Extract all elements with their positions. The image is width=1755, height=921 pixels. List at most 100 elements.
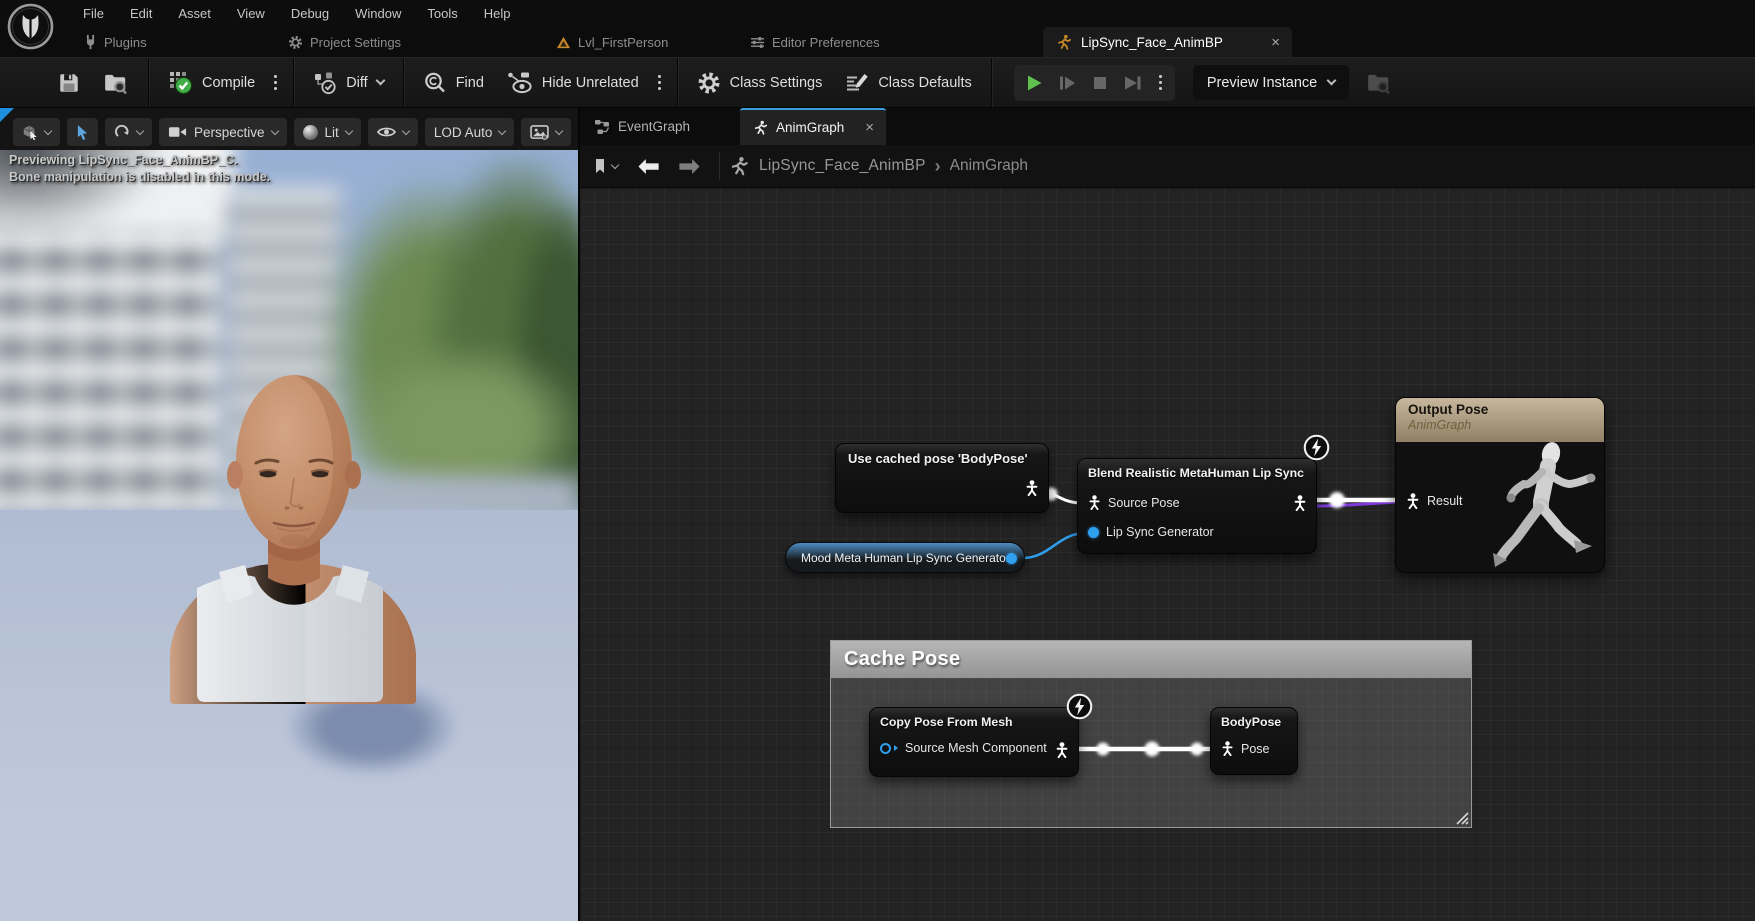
compile-options-kebab[interactable] bbox=[266, 75, 285, 90]
hide-unrelated-icon bbox=[506, 71, 533, 94]
nav-forward-button[interactable] bbox=[669, 158, 711, 175]
graph-editor-panel: EventGraph AnimGraph × LipSync_Face_Anim… bbox=[578, 108, 1755, 921]
lit-label: Lit bbox=[325, 125, 339, 140]
chevron-down-icon bbox=[402, 126, 410, 134]
node-title: Copy Pose From Mesh bbox=[870, 708, 1078, 732]
pose-input-pin[interactable]: Pose bbox=[1221, 741, 1270, 756]
simulation-options-kebab[interactable] bbox=[1151, 75, 1170, 90]
browse-asset-button[interactable] bbox=[92, 64, 140, 102]
source-pose-input-pin[interactable]: Source Pose bbox=[1088, 495, 1180, 510]
pose-output-pin[interactable] bbox=[1025, 480, 1039, 501]
comment-title: Cache Pose bbox=[844, 648, 960, 671]
chevron-down-icon bbox=[44, 126, 52, 134]
breadcrumb-runner-icon bbox=[728, 156, 749, 177]
arrow-right-icon bbox=[678, 158, 702, 175]
tab-lipsync-face-animbp[interactable]: LipSync_Face_AnimBP × bbox=[1043, 27, 1292, 57]
screenshot-settings-dropdown[interactable] bbox=[521, 118, 571, 146]
node-use-cached-pose[interactable]: Use cached pose 'BodyPose' bbox=[835, 443, 1049, 513]
menu-tools[interactable]: Tools bbox=[414, 6, 470, 21]
comment-header[interactable]: Cache Pose bbox=[831, 641, 1471, 678]
menu-edit[interactable]: Edit bbox=[117, 6, 165, 21]
viewport-focus-corner bbox=[0, 108, 14, 122]
camera-icon bbox=[168, 125, 187, 139]
perspective-dropdown[interactable]: Perspective bbox=[159, 118, 287, 146]
save-button[interactable] bbox=[46, 64, 92, 102]
lod-dropdown[interactable]: LOD Auto bbox=[425, 118, 515, 146]
step-forward-icon bbox=[1057, 73, 1077, 93]
menu-window[interactable]: Window bbox=[342, 6, 414, 21]
bookmarks-dropdown[interactable] bbox=[585, 158, 627, 174]
breadcrumb-root[interactable]: LipSync_Face_AnimBP bbox=[759, 157, 926, 175]
node-bodypose[interactable]: BodyPose Pose bbox=[1210, 707, 1298, 775]
play-icon bbox=[1024, 73, 1044, 93]
frame-advance-button[interactable] bbox=[1052, 68, 1082, 98]
tab-lvl-firstperson[interactable]: Lvl_FirstPerson bbox=[556, 27, 668, 57]
class-defaults-button[interactable]: Class Defaults bbox=[833, 64, 982, 102]
toolbar-separator bbox=[991, 58, 992, 108]
chevron-down-icon bbox=[345, 126, 353, 134]
node-copy-pose-from-mesh[interactable]: Copy Pose From Mesh Source Mesh Componen… bbox=[869, 707, 1079, 777]
source-mesh-component-input-pin[interactable]: Source Mesh Component bbox=[880, 741, 1047, 755]
menu-bar: File Edit Asset View Debug Window Tools … bbox=[0, 0, 1755, 27]
tab-editor-preferences[interactable]: Editor Preferences bbox=[750, 27, 880, 57]
diff-button[interactable]: Diff bbox=[302, 64, 395, 102]
menu-help[interactable]: Help bbox=[471, 6, 524, 21]
skip-to-end-button[interactable] bbox=[1118, 68, 1148, 98]
fast-path-lightning-badge bbox=[1303, 434, 1330, 466]
tab-eventgraph[interactable]: EventGraph bbox=[580, 108, 704, 145]
tab-animgraph[interactable]: AnimGraph × bbox=[740, 108, 886, 145]
node-title: BodyPose bbox=[1211, 708, 1297, 732]
compile-button[interactable]: Compile bbox=[157, 64, 266, 102]
result-input-pin[interactable]: Result bbox=[1406, 493, 1462, 509]
object-output-pin[interactable] bbox=[1006, 553, 1017, 564]
rotate-tool-dropdown[interactable] bbox=[105, 118, 152, 146]
breadcrumb-current[interactable]: AnimGraph bbox=[950, 157, 1028, 175]
browse-preview-button[interactable] bbox=[1355, 64, 1403, 102]
select-tool-button[interactable] bbox=[67, 118, 98, 146]
find-icon bbox=[423, 71, 447, 95]
node-blend-realistic-metahuman-lipsync[interactable]: Blend Realistic MetaHuman Lip Sync Sourc… bbox=[1077, 458, 1317, 554]
node-output-pose[interactable]: Output Pose AnimGraph bbox=[1395, 397, 1605, 573]
compile-label: Compile bbox=[202, 75, 255, 91]
viewport-options-dropdown[interactable] bbox=[13, 118, 60, 146]
comment-resize-handle[interactable] bbox=[1454, 810, 1469, 825]
tab-project-settings[interactable]: Project Settings bbox=[288, 27, 401, 57]
preview-instance-dropdown[interactable]: Preview Instance bbox=[1193, 65, 1349, 100]
play-button[interactable] bbox=[1019, 68, 1049, 98]
lit-mode-dropdown[interactable]: Lit bbox=[294, 118, 361, 146]
tab-plugins[interactable]: Plugins bbox=[84, 27, 147, 57]
hide-unrelated-button[interactable]: Hide Unrelated bbox=[495, 64, 650, 102]
chevron-down-icon bbox=[375, 76, 385, 86]
menu-view[interactable]: View bbox=[224, 6, 278, 21]
nav-back-button[interactable] bbox=[627, 158, 669, 175]
node-subtitle: AnimGraph bbox=[1408, 418, 1592, 432]
gear-icon bbox=[697, 71, 721, 95]
pose-output-pin[interactable] bbox=[1055, 742, 1069, 763]
stop-button[interactable] bbox=[1085, 68, 1115, 98]
perspective-label: Perspective bbox=[194, 125, 265, 140]
viewport-3d-scene[interactable]: Previewing LipSync_Face_AnimBP_C. Bone m… bbox=[0, 150, 578, 921]
menu-asset[interactable]: Asset bbox=[165, 6, 224, 21]
hide-unrelated-options-kebab[interactable] bbox=[650, 75, 669, 90]
class-settings-button[interactable]: Class Settings bbox=[686, 64, 834, 102]
class-settings-label: Class Settings bbox=[730, 75, 823, 91]
breadcrumb-separator: › bbox=[935, 156, 941, 177]
animgraph-canvas[interactable]: Cache Pose Use cached pose 'Bod bbox=[580, 188, 1755, 921]
compile-icon bbox=[168, 70, 193, 95]
tab-close-icon[interactable]: × bbox=[1271, 35, 1280, 50]
menu-file[interactable]: File bbox=[70, 6, 117, 21]
pin-label: Result bbox=[1427, 494, 1462, 508]
find-button[interactable]: Find bbox=[412, 64, 495, 102]
show-flags-dropdown[interactable] bbox=[368, 118, 418, 146]
menu-debug[interactable]: Debug bbox=[278, 6, 342, 21]
node-title: Mood Meta Human Lip Sync Generator bbox=[801, 551, 1010, 565]
tab-close-icon[interactable]: × bbox=[865, 120, 874, 135]
tab-plugins-label: Plugins bbox=[104, 35, 147, 50]
graph-tab-bar: EventGraph AnimGraph × bbox=[580, 108, 1755, 145]
node-mood-metahuman-lipsync-generator[interactable]: Mood Meta Human Lip Sync Generator bbox=[785, 542, 1025, 573]
pin-label: Source Mesh Component bbox=[905, 741, 1047, 755]
pose-output-pin[interactable] bbox=[1293, 495, 1307, 516]
lip-sync-generator-input-pin[interactable]: Lip Sync Generator bbox=[1088, 525, 1214, 539]
chevron-down-icon bbox=[136, 126, 144, 134]
diff-icon bbox=[313, 71, 337, 95]
